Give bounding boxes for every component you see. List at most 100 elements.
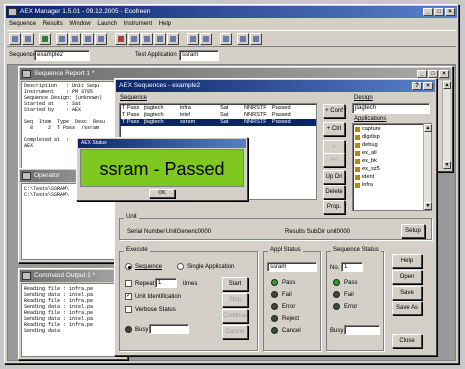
sequence-row[interactable]: T Pass jtagtech infra Sat NNRSTF Passed: [120, 105, 316, 112]
toolbar-button-tile-icon[interactable]: [82, 33, 94, 45]
sequence-field[interactable]: example2: [34, 50, 90, 61]
toolbar-button-save-icon[interactable]: [22, 33, 34, 45]
save-button[interactable]: Save: [392, 286, 422, 300]
toolbar-button-edit-icon[interactable]: [220, 33, 232, 45]
aex-dialog-help-button[interactable]: ?: [412, 82, 422, 90]
sequence-no-label: No.: [330, 265, 340, 271]
sequence-row[interactable]: T Pass jtagtech intel Sat NNRSTF Passed: [120, 112, 316, 119]
command-output-text-area[interactable]: Reading file : infra.pe Sending data : i…: [21, 283, 125, 357]
sequence-row-result: Passed: [272, 119, 291, 125]
open-button[interactable]: Open: [392, 270, 422, 284]
unit-identification-checkbox[interactable]: ✓: [125, 293, 132, 300]
application-item[interactable]: ex_bk: [355, 158, 431, 165]
minimize-button[interactable]: _: [423, 8, 433, 16]
toolbar-button-wave-icon[interactable]: [154, 33, 166, 45]
application-item[interactable]: ex_sz5: [355, 166, 431, 173]
sequence-row-type: T Pass: [122, 119, 140, 125]
command-output-title-bar[interactable]: Command Output 1 *: [20, 270, 126, 282]
toolbar-button-list-icon[interactable]: [56, 33, 68, 45]
verbose-status-checkbox[interactable]: [125, 306, 132, 313]
design-field[interactable]: jtagtech: [352, 103, 430, 114]
setup-button[interactable]: Setup: [401, 224, 425, 238]
sequence-row-count: NNRSTF: [244, 105, 267, 111]
scroll-down-arrow-icon[interactable]: ▼: [443, 161, 451, 169]
main-title-bar[interactable]: AEX Manager 1.5.01 - 09.12.2005 - Ecofre…: [6, 6, 457, 18]
scroll-up-arrow-icon[interactable]: ▲: [424, 124, 432, 132]
report-vertical-scrollbar[interactable]: ▲ ▼: [442, 81, 451, 169]
repeat-checkbox[interactable]: [125, 280, 132, 287]
menu-sequence[interactable]: Sequence: [9, 21, 36, 27]
toolbar-button-probe-icon[interactable]: [167, 33, 179, 45]
report-maximize-button[interactable]: □: [428, 70, 438, 78]
toolbar-button-info-icon[interactable]: [250, 33, 262, 45]
close-button[interactable]: ×: [445, 8, 455, 16]
status-ok-button[interactable]: OK: [149, 189, 175, 198]
sequence-row-selected[interactable]: T Pass jtagtech ssram Sat NNRSTF Passed: [120, 119, 316, 126]
add-ctrl-button[interactable]: + Ctrl: [323, 122, 345, 136]
sequence-radio[interactable]: [125, 263, 132, 270]
scroll-up-arrow-icon[interactable]: ▲: [443, 81, 451, 89]
stop-button[interactable]: Stop: [222, 293, 248, 307]
appl-status-label: Appl Status: [268, 247, 303, 253]
toolbar-button-chart-icon[interactable]: [128, 33, 140, 45]
move-left-button[interactable]: <<: [323, 153, 345, 167]
application-item[interactable]: infra: [355, 182, 431, 189]
toolbar-button-table-icon[interactable]: [200, 33, 212, 45]
test-application-field[interactable]: ssram: [179, 50, 219, 61]
status-popup-title-bar[interactable]: AEX Status: [78, 139, 246, 148]
toolbar-button-open-icon[interactable]: [9, 33, 21, 45]
menu-launch[interactable]: Launch: [97, 21, 117, 27]
add-conf-button[interactable]: + Conf: [323, 104, 345, 118]
toolbar-button-meter-icon[interactable]: [141, 33, 153, 45]
serial-number-value: UnitGeneric0000: [166, 229, 212, 235]
aex-dialog-title-bar[interactable]: AEX Sequences - example2 ? ×: [116, 80, 435, 92]
toolbar-button-link-icon[interactable]: [187, 33, 199, 45]
application-item-label: ident: [362, 174, 375, 180]
continue-button[interactable]: Continue: [222, 309, 248, 323]
report-minimize-button[interactable]: _: [417, 70, 427, 78]
aex-dialog-close-button[interactable]: ×: [423, 82, 433, 90]
application-item-label: debug: [362, 142, 378, 148]
main-title: AEX Manager 1.5.01 - 09.12.2005 - Ecofre…: [20, 8, 151, 15]
toolbar-button-run-icon[interactable]: [39, 33, 51, 45]
help-button[interactable]: Help: [392, 254, 422, 268]
appl-reject-led-icon: [271, 315, 278, 322]
repeat-label: Repeat: [135, 281, 155, 287]
sequence-row-device: jtagtech: [144, 112, 164, 118]
toolbar-button-cascade-icon[interactable]: [95, 33, 107, 45]
status-message: ssram - Passed: [99, 159, 225, 179]
aex-sequences-dialog: AEX Sequences - example2 ? × Sequence T …: [114, 78, 437, 356]
cancel-button[interactable]: Cancel: [222, 325, 248, 339]
repeat-field[interactable]: 1: [155, 278, 177, 288]
application-item[interactable]: ident: [355, 174, 431, 181]
application-item[interactable]: ex_all: [355, 150, 431, 157]
toolbar-button-scope-icon[interactable]: [115, 33, 127, 45]
application-item[interactable]: dlgdisp: [355, 134, 431, 141]
delete-button[interactable]: Delete: [323, 185, 345, 199]
up-down-button[interactable]: Up Dn: [323, 170, 345, 184]
scroll-down-arrow-icon[interactable]: ▼: [424, 202, 432, 210]
application-item[interactable]: capture: [355, 126, 431, 133]
application-item[interactable]: debug: [355, 142, 431, 149]
toolbar-button-grid-icon[interactable]: [69, 33, 81, 45]
move-right-button[interactable]: >: [323, 140, 345, 154]
menu-help[interactable]: Help: [159, 21, 171, 27]
menu-results[interactable]: Results: [43, 21, 63, 27]
maximize-button[interactable]: □: [434, 8, 444, 16]
operator-icon: [22, 172, 31, 180]
toolbar-button-config-icon[interactable]: [237, 33, 249, 45]
single-application-radio[interactable]: [177, 263, 184, 270]
save-as-button[interactable]: Save As: [392, 301, 422, 315]
start-button[interactable]: Start: [222, 277, 248, 291]
seq-busy-field: [344, 325, 380, 335]
unit-group-label: Unit: [124, 214, 139, 220]
applications-list[interactable]: capture dlgdisp debug ex_all ex_bk ex_sz…: [352, 123, 432, 211]
menu-window[interactable]: Window: [69, 21, 90, 27]
results-subdir-label: Results SubDir: [285, 229, 326, 235]
properties-button[interactable]: Prop.: [323, 200, 345, 214]
applications-scrollbar[interactable]: ▲ ▼: [423, 124, 432, 210]
report-close-button[interactable]: ×: [439, 70, 449, 78]
sequence-list-label: Sequence: [120, 95, 148, 101]
close-dialog-button[interactable]: Close: [392, 334, 422, 348]
menu-instrument[interactable]: Instrument: [124, 21, 152, 27]
